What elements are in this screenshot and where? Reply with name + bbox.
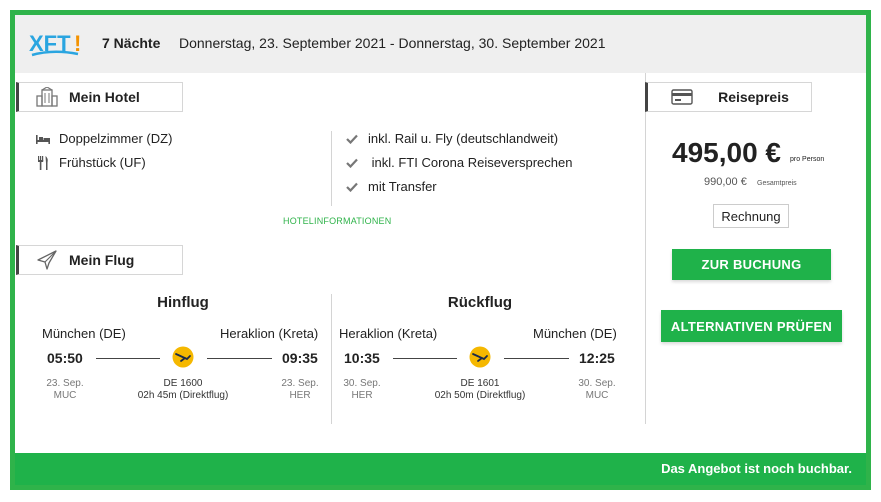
price-tab-label: Reisepreis — [718, 89, 789, 105]
hotel-building-icon — [35, 86, 59, 108]
hotel-divider — [331, 131, 332, 206]
nights-count: 7 Nächte — [102, 35, 161, 51]
return-departure-time: 10:35 — [344, 350, 380, 366]
inclusion-text: mit Transfer — [368, 179, 437, 194]
outbound-title: Hinflug — [157, 294, 209, 311]
flight-tab-label: Mein Flug — [69, 252, 135, 268]
return-from-city: Heraklion (Kreta) — [339, 326, 438, 341]
inclusion-text: inkl. FTI Corona Reiseversprechen — [368, 155, 573, 170]
flight-section-tab: Mein Flug — [16, 245, 183, 275]
airline-logo-icon — [469, 346, 491, 368]
inclusion-item: inkl. Rail u. Fly (deutschlandweit) — [345, 131, 558, 146]
price-column-divider — [645, 73, 646, 424]
flight-divider — [331, 294, 332, 424]
credit-card-icon — [670, 86, 694, 108]
inclusion-text: inkl. Rail u. Fly (deutschlandweit) — [368, 131, 559, 146]
offer-header: XFT ! 7 Nächte Donnerstag, 23. September… — [15, 15, 866, 73]
return-flight-info: DE 1601 02h 50m (Direktflug) — [420, 378, 540, 402]
hotel-tab-label: Mein Hotel — [69, 89, 140, 105]
cutlery-icon — [36, 155, 50, 170]
room-type-text: Doppelzimmer (DZ) — [59, 131, 173, 146]
price-per-person: 495,00 € — [672, 137, 781, 168]
price-total: 990,00 € — [704, 176, 747, 188]
outbound-departure-info: 23. Sep. MUC — [40, 378, 90, 402]
bed-icon — [36, 132, 50, 146]
offer-card: XFT ! 7 Nächte Donnerstag, 23. September… — [10, 10, 871, 490]
return-arrival-time: 12:25 — [579, 350, 615, 366]
outbound-departure-time: 05:50 — [47, 350, 83, 366]
outbound-flight-number: DE 1600 — [163, 378, 203, 389]
board-type: Frühstück (UF) — [36, 155, 146, 170]
invoice-button[interactable]: Rechnung — [713, 204, 789, 228]
price-section-tab: Reisepreis — [645, 82, 812, 112]
outbound-to-city: Heraklion (Kreta) — [220, 326, 319, 341]
inclusion-item: inkl. FTI Corona Reiseversprechen — [345, 155, 572, 170]
outbound-departure-date: 23. Sep. — [46, 378, 84, 389]
outbound-line-right — [207, 358, 272, 359]
return-to-city: München (DE) — [533, 326, 617, 341]
outbound-arrival-info: 23. Sep. HER — [274, 378, 326, 402]
return-duration: 02h 50m (Direktflug) — [434, 390, 526, 401]
travel-dates: Donnerstag, 23. September 2021 - Donners… — [179, 35, 606, 51]
return-arrival-date: 30. Sep. — [578, 378, 616, 389]
return-departure-info: 30. Sep. HER — [337, 378, 387, 402]
check-icon — [345, 132, 359, 146]
booking-button[interactable]: ZUR BUCHUNG — [672, 249, 831, 280]
return-line-left — [393, 358, 457, 359]
outbound-flight-info: DE 1600 02h 45m (Direktflug) — [123, 378, 243, 402]
check-icon — [345, 180, 359, 194]
offer-status-text: Das Angebot ist noch buchbar. — [661, 461, 852, 476]
outbound-arrival-time: 09:35 — [282, 350, 318, 366]
hotel-section-tab: Mein Hotel — [16, 82, 183, 112]
outbound-departure-code: MUC — [53, 390, 77, 401]
outbound-arrival-code: HER — [289, 390, 311, 401]
outbound-line-left — [96, 358, 160, 359]
check-alternatives-button[interactable]: ALTERNATIVEN PRÜFEN — [661, 310, 842, 342]
outbound-from-city: München (DE) — [42, 326, 126, 341]
offer-status-bar: Das Angebot ist noch buchbar. — [15, 453, 866, 485]
return-line-right — [504, 358, 569, 359]
inclusion-item: mit Transfer — [345, 179, 437, 194]
airplane-icon — [35, 249, 59, 271]
return-flight-number: DE 1601 — [460, 378, 500, 389]
fti-logo-mark: XFT ! — [29, 31, 81, 57]
return-title: Rückflug — [447, 294, 513, 311]
check-icon — [345, 156, 359, 170]
price-total-label: Gesamtpreis — [757, 180, 797, 187]
price-per-person-label: pro Person — [790, 156, 825, 163]
fti-logo: XFT ! — [28, 29, 88, 59]
hotel-info-link[interactable]: HOTELINFORMATIONEN — [283, 216, 391, 226]
return-arrival-info: 30. Sep. MUC — [571, 378, 623, 402]
return-arrival-code: MUC — [585, 390, 609, 401]
board-type-text: Frühstück (UF) — [59, 155, 146, 170]
outbound-duration: 02h 45m (Direktflug) — [137, 390, 229, 401]
return-departure-date: 30. Sep. — [343, 378, 381, 389]
airline-logo-icon — [172, 346, 194, 368]
outbound-arrival-date: 23. Sep. — [281, 378, 319, 389]
return-departure-code: HER — [351, 390, 373, 401]
room-type: Doppelzimmer (DZ) — [36, 131, 172, 146]
